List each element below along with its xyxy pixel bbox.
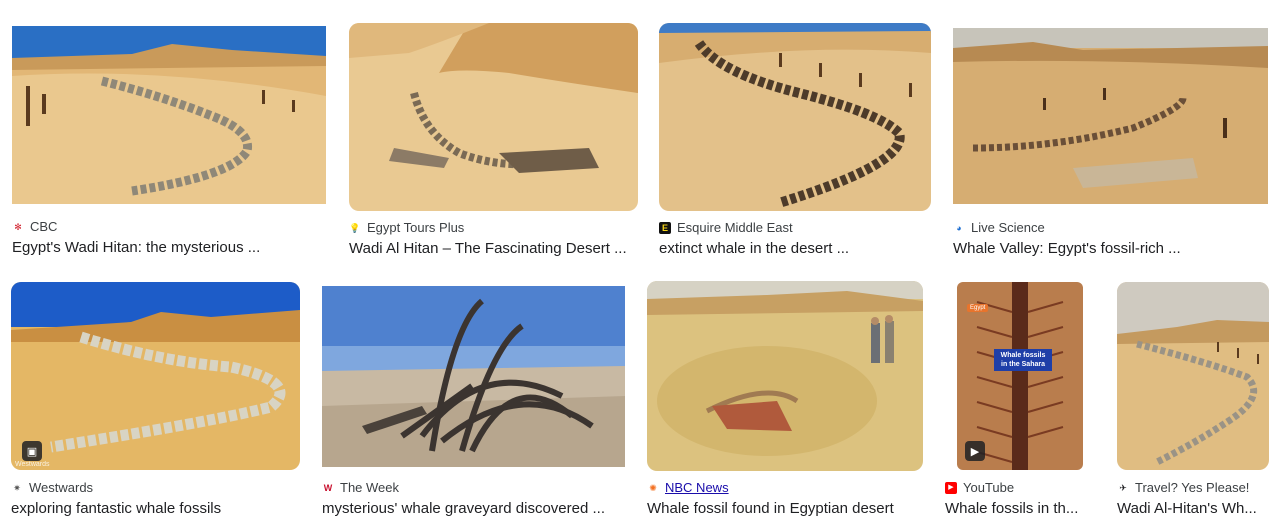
result-thumbnail[interactable] (647, 281, 923, 471)
whale-skeleton-image (1117, 282, 1269, 470)
result-source[interactable]: Travel? Yes Please! (1135, 480, 1249, 495)
result-card-esquire-middle-east[interactable]: E Esquire Middle East extinct whale in th… (659, 23, 931, 258)
the-week-w-icon: W (323, 482, 333, 493)
result-card-the-week[interactable]: W The Week mysterious' whale graveyard di… (322, 286, 625, 520)
video-overlay-caption: Whale fossils in the Sahara (994, 349, 1052, 371)
westwards-icon: ✷ (13, 482, 21, 493)
result-title[interactable]: extinct whale in the desert ... (659, 240, 931, 257)
result-card-live-science[interactable]: ◕ Live Science Whale Valley: Egypt's foss… (953, 28, 1268, 258)
result-title[interactable]: Wadi Al Hitan – The Fascinating Desert .… (349, 240, 638, 257)
result-card-egypt-tours-plus[interactable]: 💡 Egypt Tours Plus Wadi Al Hitan – The Fa… (349, 23, 638, 258)
live-science-icon: ◕ (956, 222, 962, 233)
result-thumbnail[interactable] (659, 23, 931, 211)
result-thumbnail[interactable] (349, 23, 638, 211)
whale-skeleton-image (659, 23, 931, 211)
result-title[interactable]: Whale Valley: Egypt's fossil-rich ... (953, 240, 1268, 257)
nbc-peacock-icon: ✺ (649, 482, 657, 493)
result-title[interactable]: Whale fossil found in Egyptian desert (647, 500, 923, 517)
result-source[interactable]: The Week (340, 480, 399, 495)
whale-skeleton-image (11, 282, 300, 470)
whale-fossil-dig-image (647, 281, 923, 471)
video-overlay-tag: Egypt (967, 304, 989, 312)
result-source[interactable]: Esquire Middle East (677, 220, 793, 235)
result-card-youtube[interactable]: Egypt Whale fossils in the Sahara ▶ ▶ You… (945, 282, 1095, 520)
result-card-nbc-news[interactable]: ✺ NBC News Whale fossil found in Egyptian… (647, 281, 923, 520)
whale-skeleton-image (953, 28, 1268, 204)
image-badge-icon: ▣ (22, 441, 42, 461)
result-thumbnail[interactable]: ▣ Westwards (11, 282, 300, 470)
result-thumbnail[interactable]: Egypt Whale fossils in the Sahara ▶ (957, 282, 1083, 470)
result-title[interactable]: Egypt's Wadi Hitan: the mysterious ... (12, 239, 326, 256)
result-source[interactable]: Egypt Tours Plus (367, 220, 464, 235)
result-thumbnail[interactable] (1117, 282, 1269, 470)
westwards-watermark: Westwards (15, 461, 50, 468)
play-badge-icon: ▶ (965, 441, 985, 461)
whale-skeleton-image (12, 26, 326, 204)
result-card-travel-yes-please[interactable]: ✈ Travel? Yes Please! Wadi Al-Hitan's Wh.… (1117, 282, 1269, 520)
result-card-westwards[interactable]: ▣ Westwards ✷ Westwards exploring fantast… (11, 282, 300, 520)
whale-ribcage-image (322, 286, 625, 467)
result-source[interactable]: Live Science (971, 220, 1045, 235)
lightbulb-icon: 💡 (349, 222, 361, 233)
whale-skeleton-image (349, 23, 638, 211)
result-thumbnail[interactable] (322, 286, 625, 467)
result-source[interactable]: YouTube (963, 480, 1014, 495)
cbc-gem-icon: ✻ (14, 221, 22, 232)
result-thumbnail[interactable] (12, 26, 326, 204)
esquire-e-icon: E (659, 221, 671, 234)
airplane-icon: ✈ (1119, 482, 1127, 493)
result-card-cbc[interactable]: ✻ CBC Egypt's Wadi Hitan: the mysterious … (12, 26, 326, 258)
result-title[interactable]: mysterious' whale graveyard discovered .… (322, 500, 625, 517)
result-thumbnail[interactable] (953, 28, 1268, 204)
result-source[interactable]: NBC News (665, 480, 729, 495)
result-source[interactable]: Westwards (29, 480, 93, 495)
youtube-icon: ▶ (945, 481, 957, 494)
result-source[interactable]: CBC (30, 219, 57, 234)
result-title[interactable]: Whale fossils in th... (945, 500, 1095, 517)
result-title[interactable]: exploring fantastic whale fossils (11, 500, 300, 517)
result-title[interactable]: Wadi Al-Hitan's Wh... (1117, 500, 1269, 517)
